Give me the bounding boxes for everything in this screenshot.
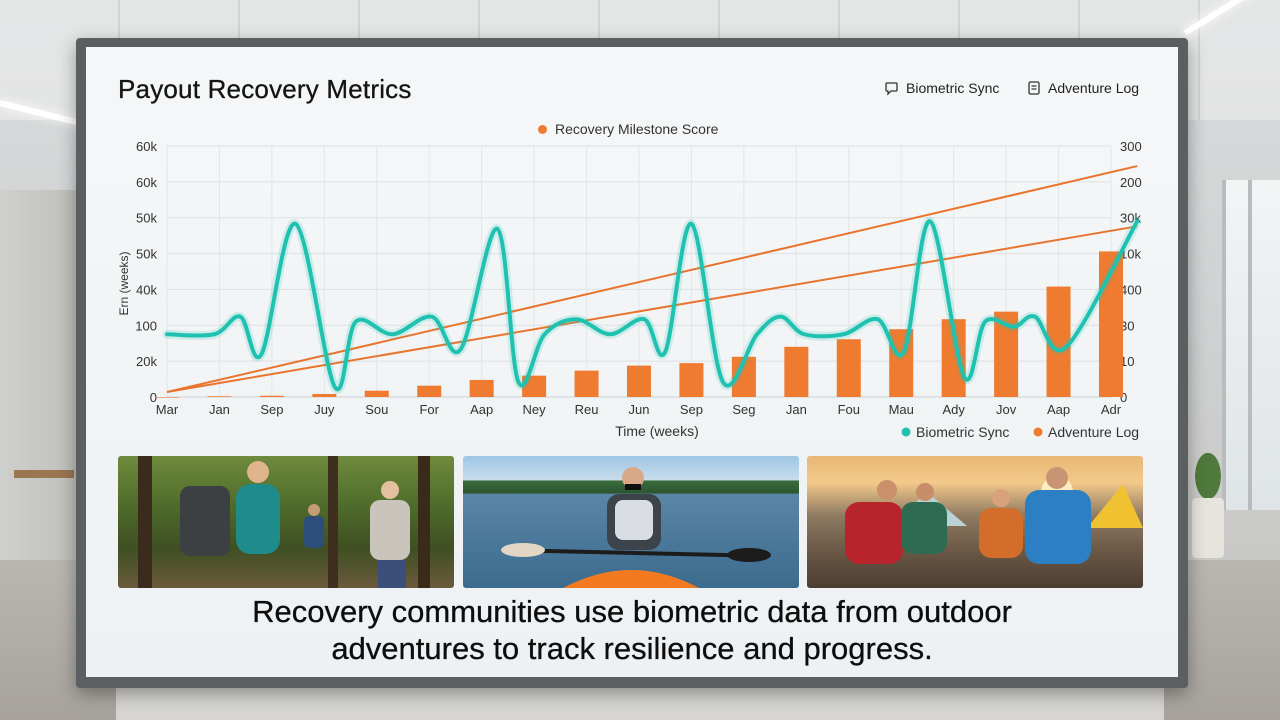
y-left-tick-label: 40k: [136, 282, 157, 297]
y-left-tick-label: 60k: [136, 139, 157, 154]
x-tick-label: Juy: [314, 402, 335, 417]
photo-kayak: [463, 456, 799, 588]
bar-adventure-log: [679, 363, 704, 397]
y-left-tick-label: 100: [135, 318, 157, 333]
x-tick-label: Sep: [260, 402, 283, 417]
bar-adventure-log: [627, 365, 651, 397]
legend-sync-label: Biometric Sync: [916, 424, 1009, 440]
x-tick-label: Jan: [786, 402, 807, 417]
bar-adventure-log: [364, 390, 389, 397]
y-right-tick-label: 300: [1120, 139, 1142, 154]
photo-camp: [807, 456, 1143, 588]
y-left-tick-label: 60k: [136, 175, 157, 190]
bar-adventure-log: [259, 395, 284, 397]
x-tick-label: Seg: [732, 402, 755, 417]
x-tick-label: Aap: [1047, 402, 1070, 417]
photo-camp-illustration: [845, 467, 1143, 564]
bar-adventure-log: [574, 370, 599, 397]
photo-kayak-illustration: [501, 467, 771, 588]
y-right-tick-label: 400: [1120, 282, 1142, 297]
y-right-tick-label: 200: [1120, 175, 1142, 190]
photo-hikers-illustration: [138, 456, 430, 588]
x-tick-label: Jan: [209, 402, 230, 417]
bar-adventure-log: [207, 396, 232, 397]
x-tick-label: Sou: [365, 402, 388, 417]
bar-adventure-log: [417, 385, 442, 397]
photo-hikers: [118, 456, 454, 588]
x-tick-label: Jun: [629, 402, 650, 417]
bar-adventure-log: [155, 397, 179, 398]
x-tick-label: Mar: [156, 402, 179, 417]
bar-adventure-log: [312, 393, 337, 397]
caption-line-1: Recovery communities use biometric data …: [252, 594, 1012, 629]
caption: Recovery communities use biometric data …: [86, 593, 1178, 667]
x-axis-title: Time (weeks): [615, 423, 699, 439]
bar-adventure-log: [469, 379, 494, 397]
biometric-sync-line-glow: [162, 216, 1142, 394]
bar-adventure-log: [836, 339, 861, 397]
y-left-tick-label: 20k: [136, 354, 157, 369]
x-tick-label: Adr: [1101, 402, 1122, 417]
bar-adventure-log: [784, 346, 809, 397]
left-wall: [0, 190, 76, 570]
x-tick-label: Aap: [470, 402, 493, 417]
x-tick-label: Sep: [680, 402, 703, 417]
trend-line: [166, 225, 1138, 393]
x-tick-label: Fou: [838, 402, 860, 417]
y-left-tick-label: 50k: [136, 211, 157, 226]
dashboard-screen: Payout Recovery Metrics Biometric Sync A…: [86, 47, 1178, 677]
legend-dot-log: [1033, 427, 1043, 437]
caption-line-2: adventures to track resilience and progr…: [331, 631, 933, 666]
x-tick-label: Ady: [942, 402, 965, 417]
legend-log-label: Adventure Log: [1048, 424, 1139, 440]
recovery-chart: 60k60k50k50k40k10020k030020030k10k400301…: [117, 139, 1142, 440]
x-tick-label: Jov: [996, 402, 1017, 417]
x-tick-label: Reu: [575, 402, 599, 417]
plant: [1188, 440, 1228, 500]
window: [1222, 180, 1280, 510]
x-tick-label: Mau: [889, 402, 914, 417]
x-tick-label: For: [419, 402, 439, 417]
x-tick-label: Ney: [523, 402, 547, 417]
legend-dot-sync: [901, 427, 911, 437]
y-axis-title: Ern (weeks): [117, 251, 131, 315]
background-table: [14, 470, 74, 478]
plant-pot: [1192, 498, 1224, 558]
y-left-tick-label: 50k: [136, 247, 157, 262]
